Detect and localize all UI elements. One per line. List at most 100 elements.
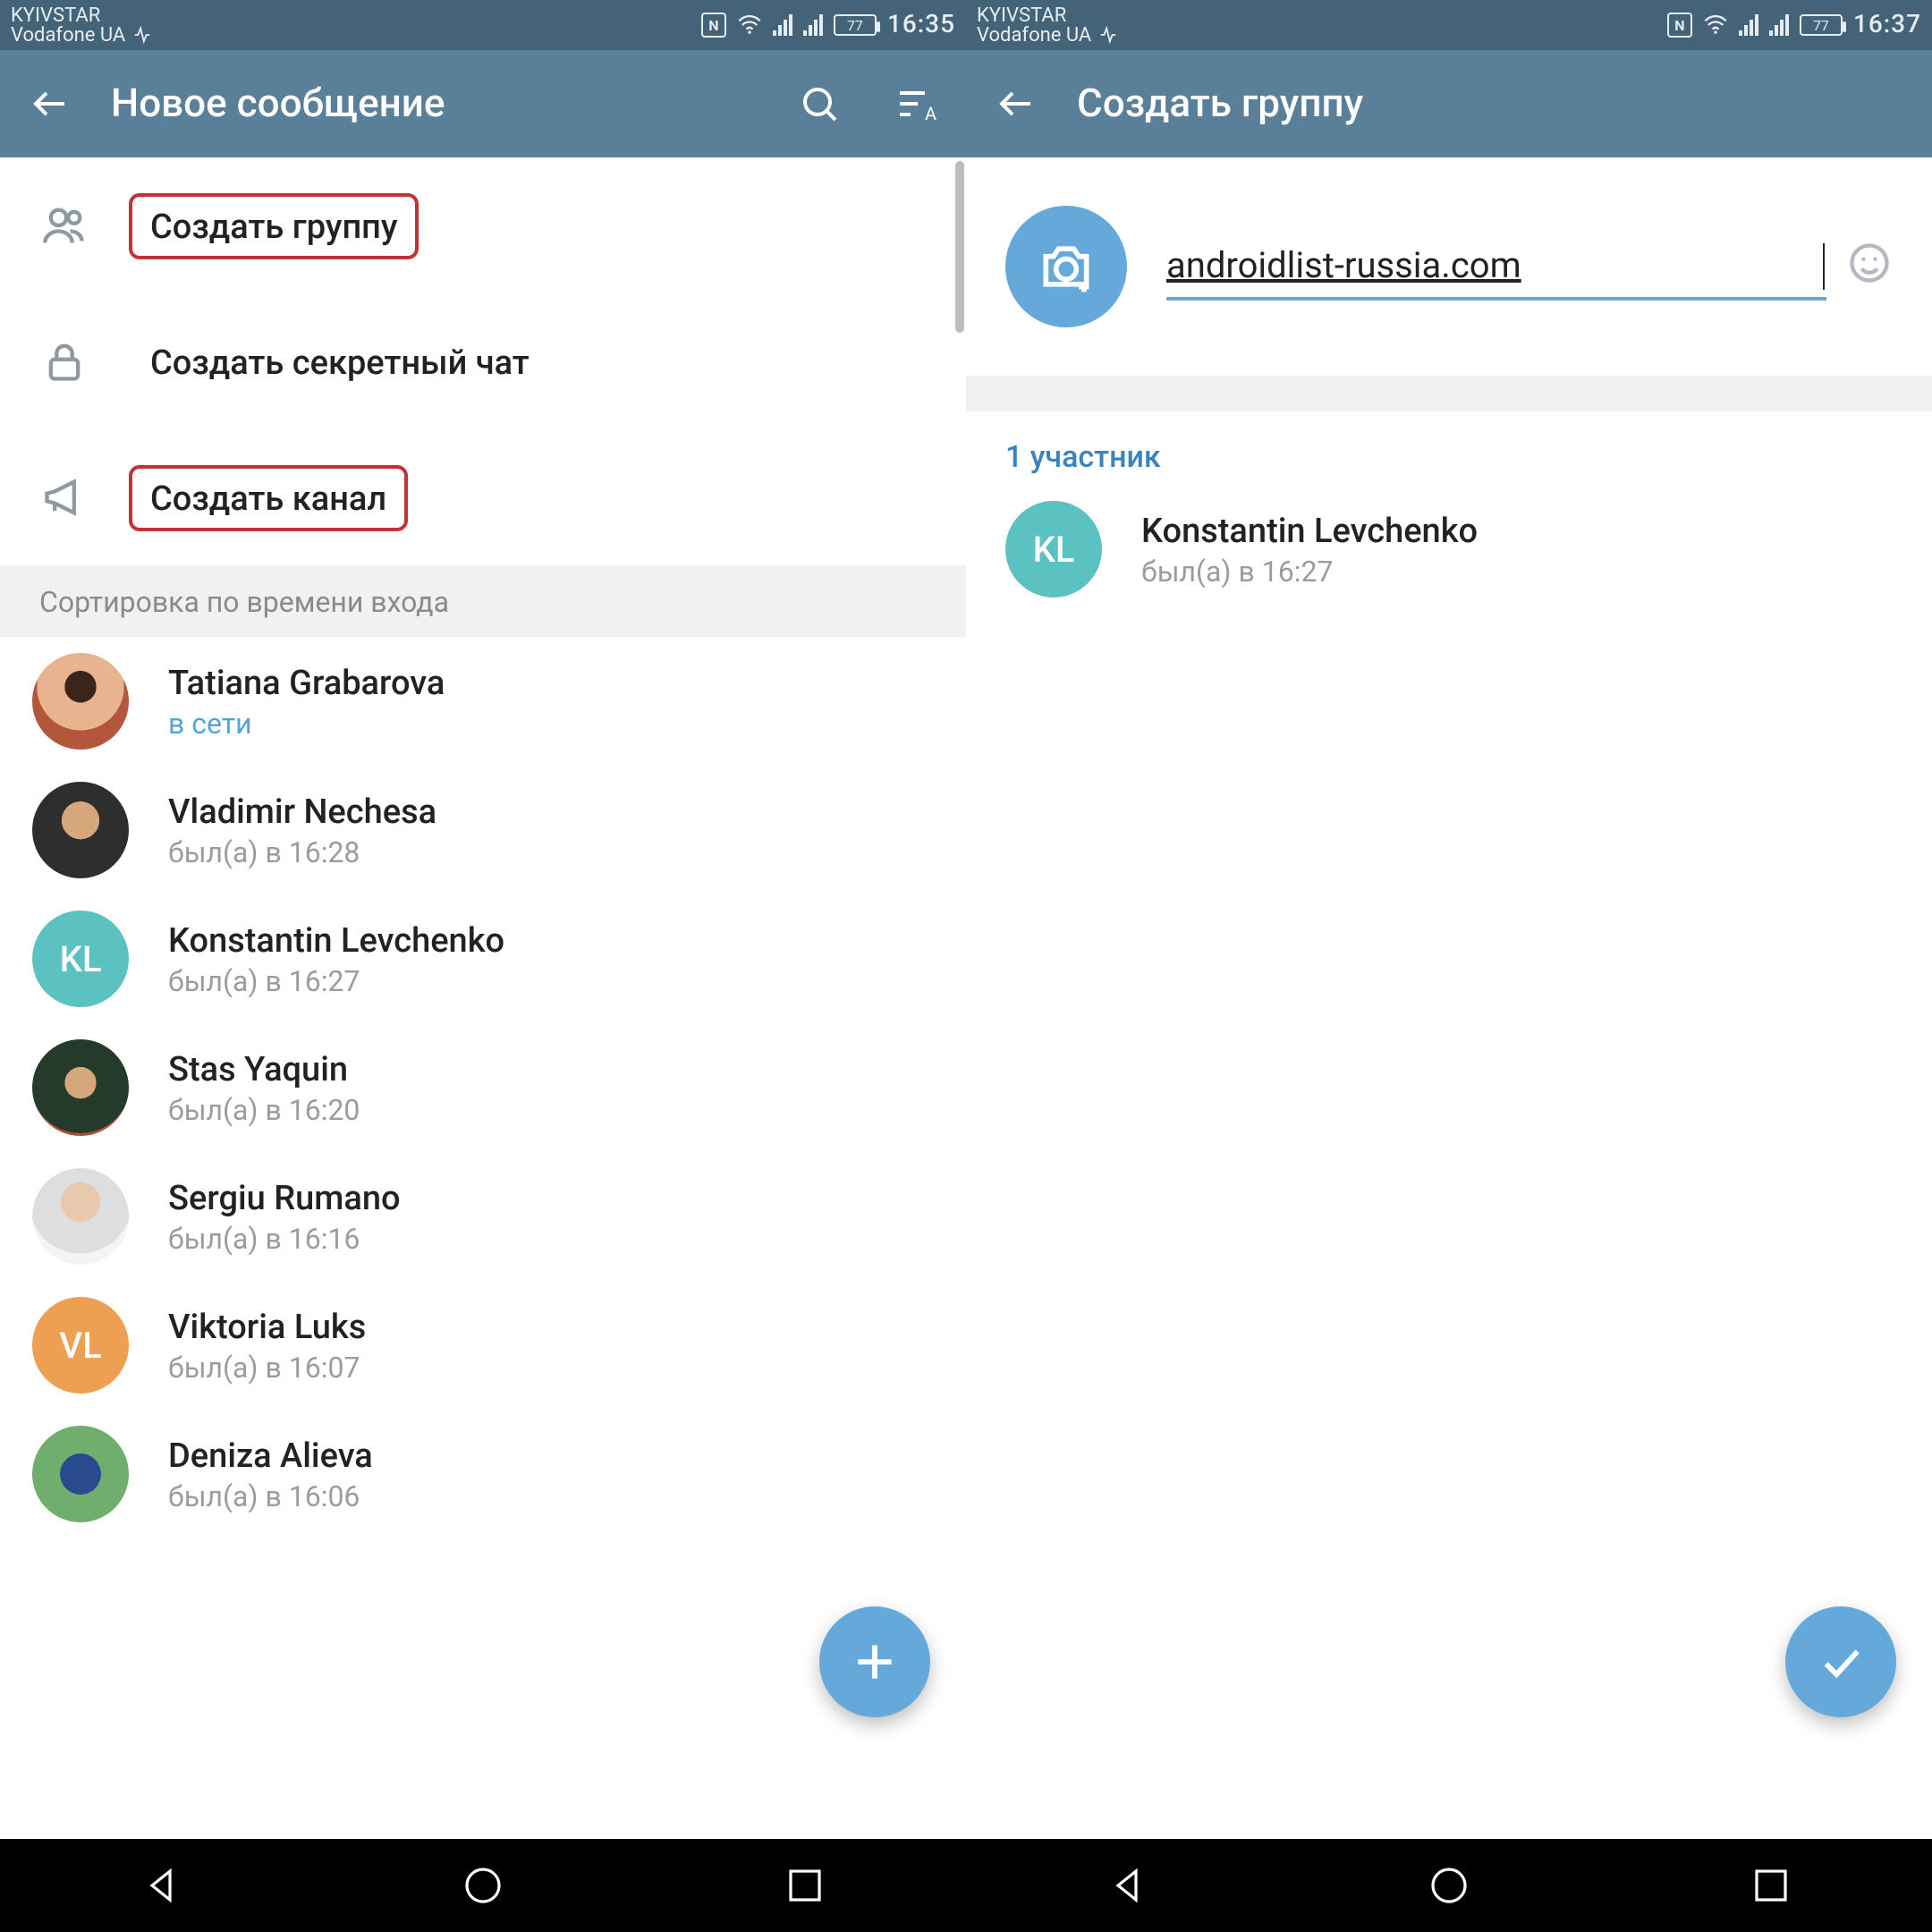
plus-icon (850, 1637, 900, 1687)
signal-bars-icon (773, 14, 792, 36)
avatar (32, 1426, 129, 1522)
contact-status: был(а) в 16:06 (168, 1479, 373, 1513)
nfc-icon: N (701, 13, 726, 38)
search-button[interactable] (784, 68, 855, 140)
nav-back-button[interactable] (1106, 1864, 1148, 1907)
signal-bars-icon (803, 14, 823, 36)
contact-name: Sergiu Rumano (168, 1177, 401, 1218)
back-button[interactable] (14, 68, 86, 140)
member-row[interactable]: KL Konstantin Levchenko был(а) в 16:27 (966, 483, 1932, 615)
avatar (32, 782, 129, 878)
group-photo-button[interactable] (1005, 206, 1127, 327)
members-count-label: 1 участник (966, 411, 1932, 483)
nav-recents-button[interactable] (1750, 1864, 1792, 1907)
contact-row[interactable]: Tatiana Grabarova в сети (0, 637, 966, 766)
contact-row[interactable]: Deniza Alievaбыл(а) в 16:06 (0, 1410, 966, 1538)
nfc-icon: N (1667, 13, 1692, 38)
action-label: Создать секретный чат (150, 341, 530, 382)
carrier-2: Vodafone UA (11, 25, 125, 45)
contact-row[interactable]: Vladimir Nechesaбыл(а) в 16:28 (0, 766, 966, 894)
text-cursor (1823, 243, 1825, 290)
triangle-back-icon (1106, 1864, 1148, 1907)
fab-confirm-button[interactable] (1785, 1606, 1896, 1717)
contact-status: был(а) в 16:27 (168, 964, 504, 998)
contact-row[interactable]: VLViktoria Luksбыл(а) в 16:07 (0, 1281, 966, 1410)
group-name-section: androidlist-russia.com (966, 157, 1932, 376)
action-create-secret-chat[interactable]: Создать секретный чат (0, 293, 966, 429)
avatar (32, 653, 129, 750)
lock-icon (39, 338, 89, 385)
megaphone-icon (39, 474, 89, 521)
contact-name: Deniza Alieva (168, 1435, 373, 1476)
scroll-indicator (955, 161, 964, 333)
signal-bars-icon (1739, 14, 1758, 36)
screen-new-message: KYIVSTAR Vodafone UA N 77 16:35 Новое со… (0, 0, 966, 1932)
group-name-input[interactable]: androidlist-russia.com (1166, 233, 1826, 301)
contact-row[interactable]: Stas Yaquinбыл(а) в 16:20 (0, 1023, 966, 1152)
circle-home-icon (462, 1864, 504, 1907)
contact-status: в сети (168, 707, 445, 741)
contact-name: Stas Yaquin (168, 1048, 360, 1089)
system-nav-bar (966, 1839, 1932, 1932)
emoji-button[interactable] (1846, 240, 1893, 293)
status-bar: KYIVSTAR Vodafone UA N 77 16:37 (966, 0, 1932, 50)
check-icon (1816, 1637, 1866, 1687)
battery-icon: 77 (1800, 14, 1843, 36)
avatar: VL (32, 1297, 129, 1394)
signal-activity-icon (132, 25, 152, 45)
contact-row[interactable]: KL Konstantin Levchenkoбыл(а) в 16:27 (0, 894, 966, 1023)
triangle-back-icon (140, 1864, 182, 1907)
contact-name: Vladimir Nechesa (168, 791, 436, 832)
status-bar: KYIVSTAR Vodafone UA N 77 16:35 (0, 0, 966, 50)
contact-name: Konstantin Levchenko (168, 919, 504, 961)
content-area: androidlist-russia.com 1 участник KL Kons… (966, 157, 1932, 1839)
contact-row[interactable]: Sergiu Rumano был(а) в 16:16 (0, 1152, 966, 1281)
screen-create-group: KYIVSTAR Vodafone UA N 77 16:37 Создать … (966, 0, 1932, 1932)
contact-status: был(а) в 16:16 (168, 1222, 401, 1256)
nav-home-button[interactable] (1428, 1864, 1470, 1907)
nav-back-button[interactable] (140, 1864, 182, 1907)
signal-bars-icon (1769, 14, 1789, 36)
action-create-channel[interactable]: Создать канал (0, 429, 966, 565)
avatar: KL (32, 911, 129, 1007)
fab-next-button[interactable] (819, 1606, 930, 1717)
action-label: Создать канал (129, 464, 408, 530)
avatar (32, 1039, 129, 1136)
svg-text:A: A (925, 103, 936, 124)
carrier-1: KYIVSTAR (977, 5, 1118, 25)
member-status: был(а) в 16:27 (1141, 555, 1478, 589)
system-nav-bar (0, 1839, 966, 1932)
search-icon (798, 82, 841, 125)
signal-activity-icon (1098, 25, 1118, 45)
member-name: Konstantin Levchenko (1141, 510, 1478, 551)
avatar (32, 1168, 129, 1265)
wifi-icon (1703, 13, 1728, 38)
wifi-icon (737, 13, 762, 38)
battery-icon: 77 (834, 14, 877, 36)
contact-name: Tatiana Grabarova (168, 662, 445, 703)
status-time: 16:37 (1853, 11, 1921, 39)
status-time: 16:35 (887, 11, 955, 39)
sort-header: Сортировка по времени входа (0, 565, 966, 637)
smile-icon (1846, 240, 1893, 286)
content-area: Создать группу Создать секретный чат Соз… (0, 157, 966, 1839)
carrier-1: KYIVSTAR (11, 5, 152, 25)
app-bar: Создать группу (966, 50, 1932, 157)
sort-button[interactable]: A (880, 68, 952, 140)
square-recents-icon (1750, 1864, 1792, 1907)
action-label: Создать группу (129, 192, 419, 258)
square-recents-icon (784, 1864, 826, 1907)
circle-home-icon (1428, 1864, 1470, 1907)
camera-plus-icon (1036, 236, 1097, 297)
page-title: Новое сообщение (111, 81, 758, 126)
avatar: KL (1005, 501, 1102, 597)
page-title: Создать группу (1077, 81, 1918, 126)
action-create-group[interactable]: Создать группу (0, 157, 966, 293)
sort-alpha-icon: A (894, 82, 937, 125)
section-divider (966, 376, 1932, 411)
group-icon (39, 202, 89, 249)
nav-home-button[interactable] (462, 1864, 504, 1907)
nav-recents-button[interactable] (784, 1864, 826, 1907)
back-button[interactable] (980, 68, 1052, 140)
arrow-left-icon (995, 82, 1038, 125)
